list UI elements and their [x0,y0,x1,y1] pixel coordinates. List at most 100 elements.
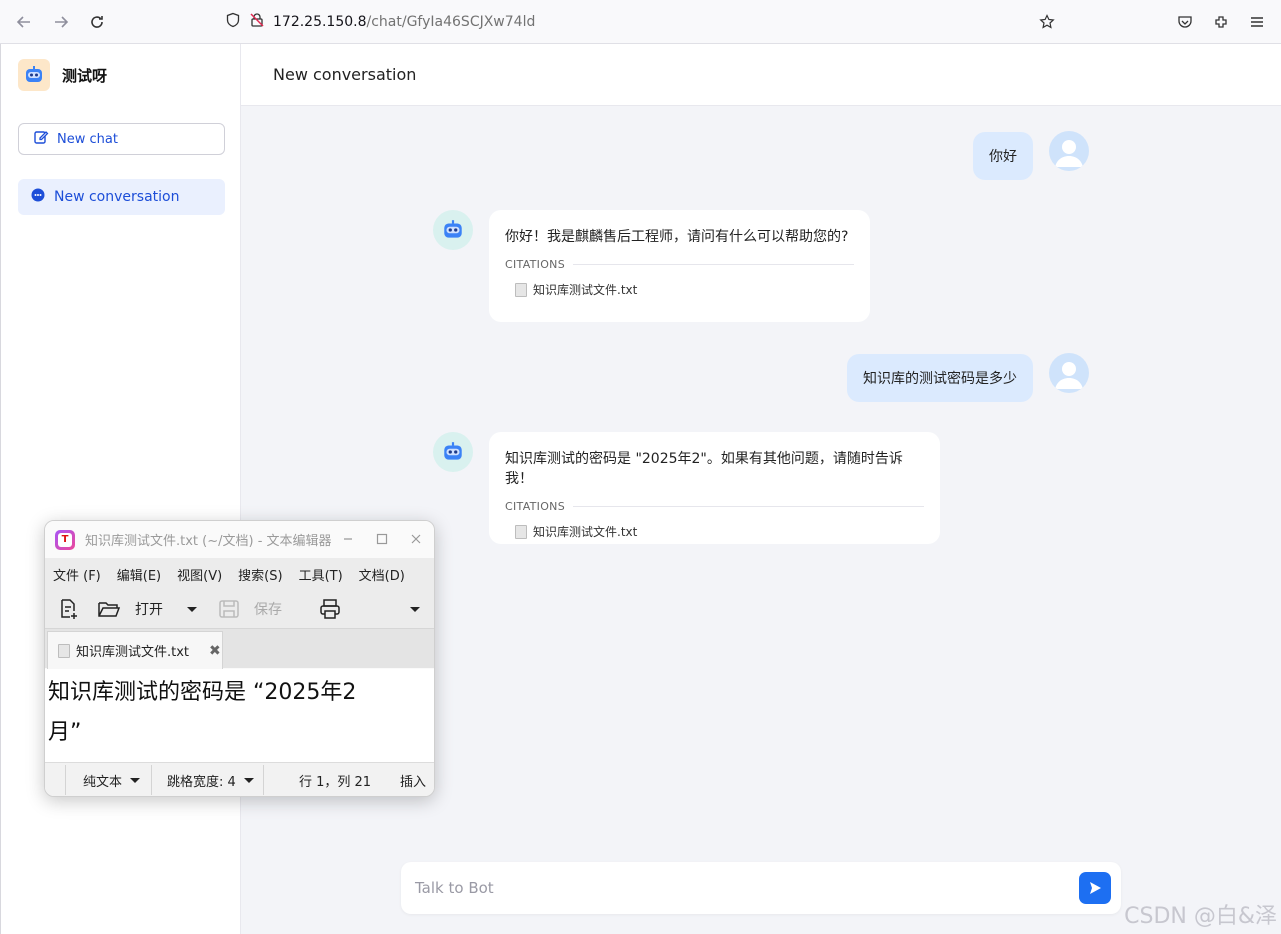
back-icon[interactable] [12,10,36,34]
citations-label: CITATIONS [505,500,565,513]
send-button[interactable] [1079,872,1111,904]
user-message: 你好 [973,132,1033,180]
bot-message: 知识库测试的密码是 "2025年2"。如果有其他问题，请随时告诉我！ CITAT… [489,432,940,544]
message-text: 知识库测试的密码是 "2025年2"。如果有其他问题，请随时告诉我！ [505,451,903,487]
insecure-lock-icon[interactable] [249,12,265,32]
open-label: 打开 [135,602,163,618]
brand-name: 测试呀 [62,66,108,85]
brand: 测试呀 [18,59,107,91]
divider [65,765,66,795]
text-editor-window: T 知识库测试文件.txt (~/文档) - 文本编辑器 文件 (F) 编辑(E… [44,520,435,797]
editor-menubar: 文件 (F) 编辑(E) 视图(V) 搜索(S) 工具(T) 文档(D) [45,558,434,590]
message-text: 你好 [989,149,1017,165]
url-path: /chat/GfyIa46SCJXw74ld [366,14,536,30]
txt-file-icon [515,524,527,539]
chevron-down-icon [243,777,254,783]
tab-close-icon[interactable]: ✖ [209,643,221,659]
menu-documents[interactable]: 文档(D) [351,565,413,584]
divider [263,765,264,795]
close-icon[interactable] [406,529,426,549]
citation-filename: 知识库测试文件.txt [533,283,638,297]
divider [151,765,152,795]
menu-edit[interactable]: 编辑(E) [109,565,169,584]
bot-avatar [433,210,473,250]
syntax-selector[interactable]: 纯文本 [83,763,141,796]
chevron-down-icon [130,777,141,783]
menu-tools[interactable]: 工具(T) [291,565,351,584]
open-dropdown-button[interactable] [187,597,197,621]
user-message: 知识库的测试密码是多少 [847,354,1033,402]
reload-icon[interactable] [85,10,109,34]
tab-width-label: 跳格宽度: 4 [167,774,236,790]
send-icon [1090,882,1101,894]
open-button[interactable]: 打开 [97,597,163,621]
browser-toolbar: 172.25.150.8/chat/GfyIa46SCJXw74ld [0,0,1281,44]
editor-line: 知识库测试的密码是 “2025年2 [48,680,357,705]
new-chat-button[interactable]: New chat [18,123,225,155]
save-icon [219,600,239,618]
message-text: 你好！我是麒麟售后工程师，请问有什么可以帮助您的? [505,229,849,245]
txt-file-icon [515,282,527,297]
citations-label: CITATIONS [505,258,565,271]
pocket-icon[interactable] [1173,10,1197,34]
tab-width-selector[interactable]: 跳格宽度: 4 [167,763,254,796]
editor-title: 知识库测试文件.txt (~/文档) - 文本编辑器 [85,534,332,549]
citation-link[interactable]: 知识库测试文件.txt [515,281,854,298]
user-avatar [1049,353,1089,393]
page-title: New conversation [241,44,1281,106]
minimize-icon[interactable] [338,529,358,549]
chevron-down-icon [187,606,197,612]
save-label: 保存 [254,602,282,618]
new-chat-label: New chat [57,131,118,147]
shield-icon[interactable] [225,12,241,32]
insert-mode[interactable]: 插入 [400,763,427,796]
menu-icon[interactable] [1245,10,1269,34]
sidebar-item-conversation[interactable]: New conversation [18,179,225,215]
message-text: 知识库的测试密码是多少 [863,371,1017,387]
message-input[interactable]: Talk to Bot [401,862,1121,914]
tab-label: 知识库测试文件.txt [76,645,190,660]
menu-file[interactable]: 文件 (F) [45,565,109,584]
editor-statusbar: 纯文本 跳格宽度: 4 行 1，列 21 插入 [45,762,434,796]
bookmark-star-icon[interactable] [1035,10,1059,34]
citations-header: CITATIONS [505,500,924,513]
chat-main: New conversation 你好 你好！我是麒麟售后工程师，请问有什么可以… [241,44,1281,934]
forward-icon[interactable] [49,10,73,34]
url-host: 172.25.150.8 [273,14,367,30]
editor-line: 月” [48,720,82,745]
folder-open-icon [98,602,121,617]
cursor-position: 行 1，列 21 [299,763,371,796]
syntax-label: 纯文本 [83,774,123,790]
document-icon [58,643,70,658]
chat-bubble-icon [30,187,46,207]
new-document-icon [61,599,77,619]
bot-message: 你好！我是麒麟售后工程师，请问有什么可以帮助您的? CITATIONS 知识库测… [489,210,870,322]
tab-document[interactable]: 知识库测试文件.txt ✖ [47,631,223,669]
divider [573,264,854,265]
toolbar-overflow-button[interactable] [410,597,420,621]
robot-logo-icon [18,59,50,91]
edit-icon [33,129,49,149]
save-button[interactable]: 保存 [218,597,282,621]
divider [573,506,924,507]
printer-icon [320,599,340,619]
chevron-down-icon [410,606,420,612]
menu-search[interactable]: 搜索(S) [230,565,290,584]
input-placeholder: Talk to Bot [415,879,494,897]
editor-titlebar[interactable]: T 知识库测试文件.txt (~/文档) - 文本编辑器 [45,521,434,558]
editor-tabbar: 知识库测试文件.txt ✖ [45,628,434,669]
extensions-icon[interactable] [1209,10,1233,34]
watermark: CSDN @白&泽 [1124,904,1277,929]
editor-text-area[interactable]: 知识库测试的密码是 “2025年2 月” [45,669,434,763]
bot-avatar [433,432,473,472]
menu-view[interactable]: 视图(V) [169,565,230,584]
conversation-label: New conversation [54,189,180,205]
insert-mode-label: 插入 [400,774,427,790]
print-button[interactable] [318,597,342,621]
new-document-button[interactable] [57,597,79,621]
maximize-icon[interactable] [372,529,392,549]
citation-link[interactable]: 知识库测试文件.txt [515,523,924,540]
user-avatar [1049,131,1089,171]
sidebar: 测试呀 New chat New conversation [0,44,241,934]
url-bar[interactable]: 172.25.150.8/chat/GfyIa46SCJXw74ld [225,10,535,34]
